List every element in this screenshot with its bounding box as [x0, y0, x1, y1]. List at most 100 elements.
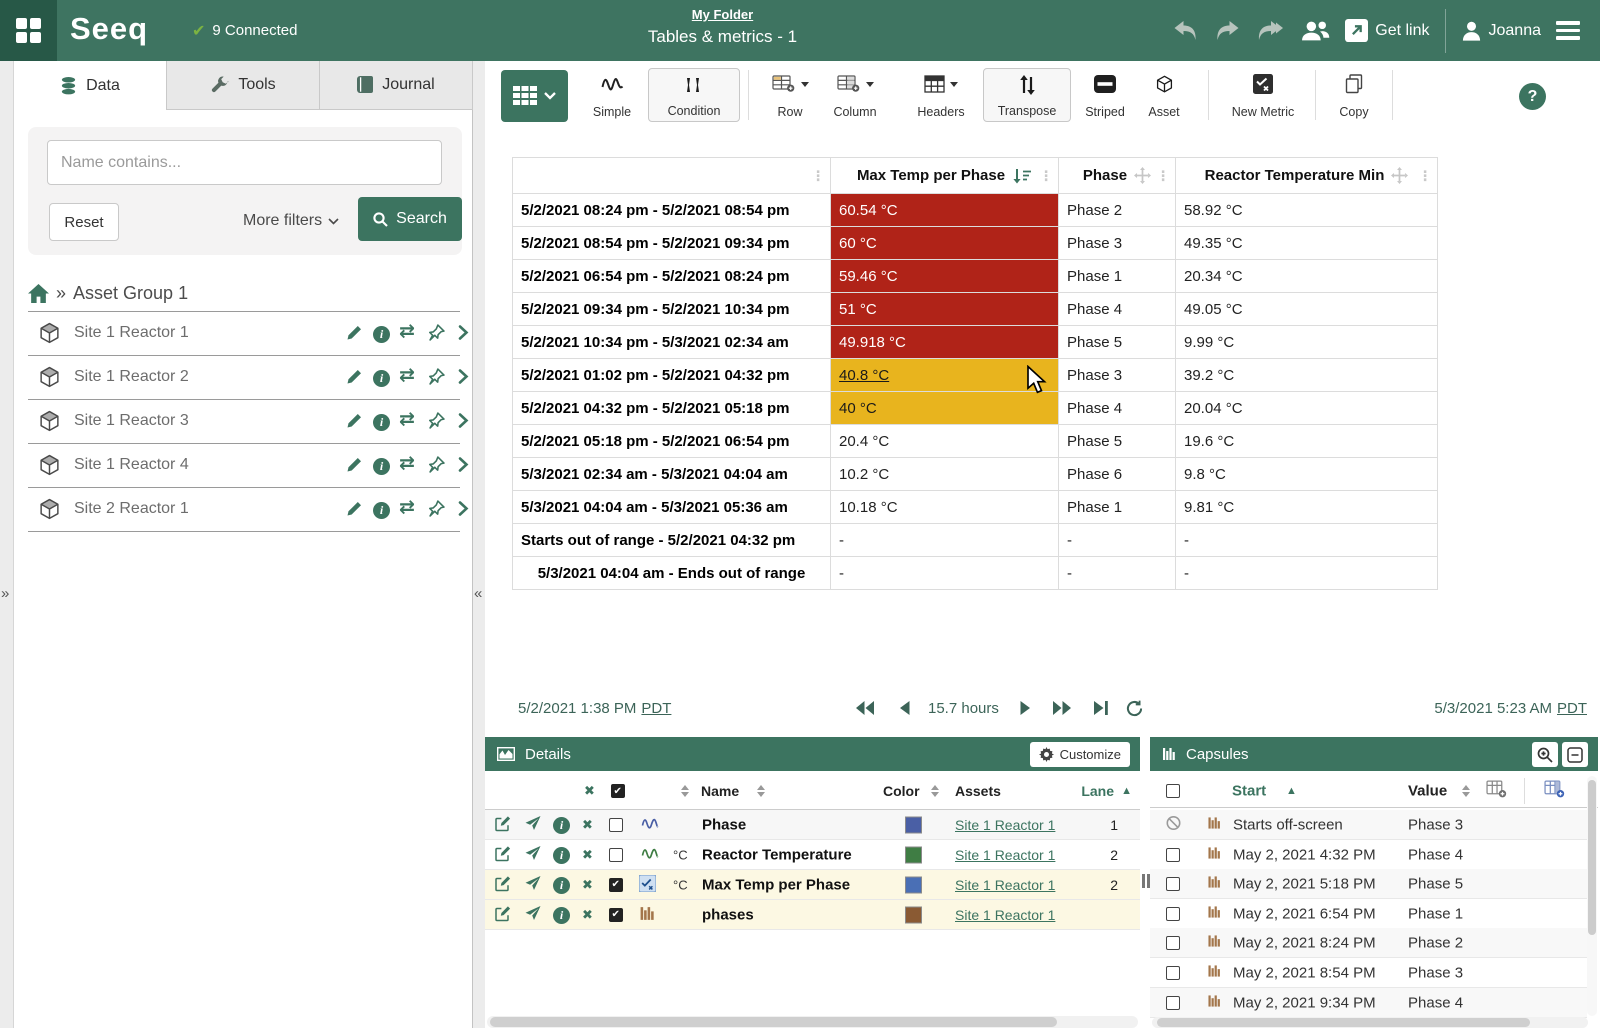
get-link-button[interactable]: Get link [1345, 19, 1429, 42]
edit-icon[interactable] [346, 456, 363, 478]
color-column-header[interactable]: Color [883, 783, 920, 799]
forward-all-button[interactable] [1256, 20, 1286, 42]
assets-column-header[interactable]: Assets [955, 783, 1001, 799]
toolbar-column-button[interactable]: Column [822, 68, 888, 122]
timezone-link[interactable]: PDT [641, 700, 671, 717]
edit-icon[interactable] [346, 500, 363, 522]
phase-column-header[interactable]: Phase ⋮ [1059, 158, 1176, 194]
max-temp-cell[interactable]: 51 °C [831, 293, 1059, 326]
zoom-to-capsule-button[interactable] [1532, 742, 1558, 767]
info-icon[interactable]: i [553, 816, 570, 834]
sort-icon[interactable] [931, 785, 939, 797]
chevron-right-icon[interactable] [457, 500, 469, 522]
collapse-sidebar-icon[interactable]: « [474, 585, 482, 602]
swap-icon[interactable]: ⇄ [399, 411, 415, 429]
row-checkbox[interactable] [1166, 848, 1180, 862]
edit-icon[interactable] [346, 368, 363, 390]
scrollbar-thumb[interactable] [490, 1017, 1057, 1027]
expand-panel-icon[interactable]: » [1, 585, 9, 602]
chevron-right-icon[interactable] [457, 324, 469, 346]
display-range-end[interactable]: 5/3/2021 5:23 AM PDT [1434, 700, 1587, 717]
row-checkbox[interactable] [1166, 907, 1180, 921]
chevron-right-icon[interactable] [457, 412, 469, 434]
info-icon[interactable]: i [553, 876, 570, 894]
reactor-temp-min-column-header[interactable]: Reactor Temperature Min ⋮ [1176, 158, 1438, 194]
step-back-full-button[interactable] [856, 700, 875, 716]
edit-properties-icon[interactable] [495, 845, 511, 864]
select-all-checkbox[interactable] [611, 784, 625, 798]
select-all-checkbox[interactable] [1166, 784, 1180, 798]
toolbar-transpose-button[interactable]: Transpose [983, 68, 1071, 122]
swap-icon[interactable]: ⇄ [399, 367, 415, 385]
asset-row[interactable]: Site 1 Reactor 1 i ⇄ [28, 312, 460, 356]
hamburger-menu-button[interactable] [1556, 21, 1580, 40]
asset-group-header[interactable]: »Asset Group 1 [28, 283, 188, 304]
edit-properties-icon[interactable] [495, 905, 511, 924]
toolbar-new-metric-button[interactable]: New Metric [1222, 68, 1304, 122]
item-name[interactable]: Phase [702, 816, 746, 833]
max-temp-cell[interactable]: 59.46 °C [831, 260, 1059, 293]
add-column-icon[interactable] [1486, 780, 1507, 802]
max-temp-column-header[interactable]: Max Temp per Phase ⋮ [831, 158, 1059, 194]
row-checkbox[interactable] [1166, 936, 1180, 950]
pin-icon[interactable] [428, 500, 445, 522]
details-horizontal-scrollbar[interactable] [487, 1016, 1138, 1028]
table-view-dropdown[interactable] [501, 70, 568, 122]
max-temp-cell[interactable]: 20.4 °C [831, 425, 1059, 458]
connection-status[interactable]: ✔ 9 Connected [192, 0, 297, 61]
add-column-icon[interactable] [1544, 780, 1565, 802]
tab-journal[interactable]: Journal [320, 61, 473, 110]
remove-icon[interactable]: ✖ [582, 817, 593, 833]
swap-icon[interactable]: ⇄ [399, 499, 415, 517]
tab-data[interactable]: Data [14, 61, 167, 110]
color-swatch[interactable] [905, 846, 922, 863]
column-menu-icon[interactable]: ⋮ [811, 167, 825, 184]
toolbar-headers-button[interactable]: Headers [905, 68, 977, 122]
info-icon[interactable]: i [373, 369, 390, 387]
edit-icon[interactable] [346, 324, 363, 346]
toolbar-condition-button[interactable]: Condition [648, 68, 740, 122]
asset-row[interactable]: Site 2 Reactor 1 i ⇄ [28, 488, 460, 532]
info-icon[interactable]: i [553, 906, 570, 924]
row-checkbox[interactable] [1166, 996, 1180, 1010]
explore-icon[interactable] [525, 815, 541, 834]
refresh-button[interactable] [1126, 700, 1143, 717]
redo-button[interactable] [1214, 20, 1241, 42]
column-menu-icon[interactable]: ⋮ [1418, 167, 1432, 184]
chevron-right-icon[interactable] [457, 368, 469, 390]
scrollbar-thumb[interactable] [1588, 780, 1596, 935]
capsules-vertical-scrollbar[interactable] [1587, 776, 1597, 1016]
remove-icon[interactable]: ✖ [582, 847, 593, 863]
info-icon[interactable]: i [373, 413, 390, 431]
row-checkbox[interactable] [609, 848, 623, 862]
more-filters-button[interactable]: More filters [243, 212, 339, 230]
max-temp-cell[interactable]: 40 °C [831, 392, 1059, 425]
step-forward-full-button[interactable] [1052, 700, 1071, 716]
chevron-right-icon[interactable] [457, 456, 469, 478]
tab-tools[interactable]: Tools [167, 61, 320, 110]
max-temp-cell[interactable]: 10.18 °C [831, 491, 1059, 524]
sort-asc-icon[interactable]: ▲ [1286, 785, 1297, 797]
row-checkbox[interactable] [1166, 877, 1180, 891]
toolbar-striped-button[interactable]: Striped [1078, 68, 1132, 122]
collapse-panel-button[interactable] [1562, 742, 1588, 767]
pin-icon[interactable] [428, 412, 445, 434]
move-icon[interactable] [1391, 167, 1408, 184]
reset-button[interactable]: Reset [49, 203, 119, 241]
seeq-logo[interactable]: Seeq [70, 0, 148, 61]
row-checkbox[interactable] [609, 878, 623, 892]
asset-row[interactable]: Site 1 Reactor 2 i ⇄ [28, 356, 460, 400]
edit-properties-icon[interactable] [495, 875, 511, 894]
item-name[interactable]: Reactor Temperature [702, 846, 852, 863]
sort-icon[interactable] [757, 785, 765, 797]
breadcrumb[interactable]: My Folder [692, 7, 753, 22]
edit-properties-icon[interactable] [495, 815, 511, 834]
users-button[interactable] [1301, 20, 1330, 41]
explore-icon[interactable] [525, 875, 541, 894]
explore-icon[interactable] [525, 905, 541, 924]
toolbar-row-button[interactable]: Row [762, 68, 818, 122]
display-range-duration[interactable]: 15.7 hours [928, 700, 999, 717]
user-menu[interactable]: Joanna [1461, 20, 1542, 41]
sort-asc-icon[interactable]: ▲ [1121, 785, 1132, 797]
step-forward-half-button[interactable] [1020, 700, 1030, 716]
